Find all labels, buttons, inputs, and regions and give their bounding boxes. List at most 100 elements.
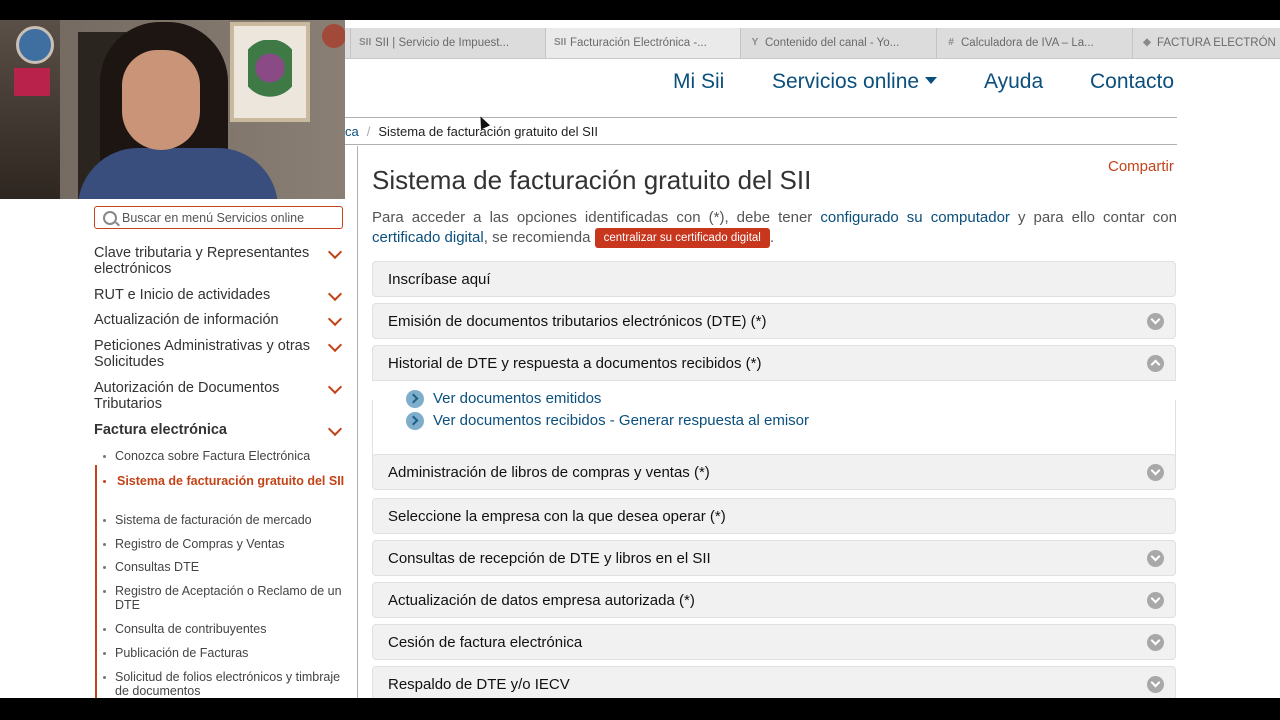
caret-down-icon xyxy=(925,77,938,84)
nav-divider xyxy=(345,117,1177,118)
sidebar-item-peticiones[interactable]: Peticiones Administrativas y otras Solic… xyxy=(94,338,329,370)
accordion-label: Administración de libros de compras y ve… xyxy=(388,464,710,481)
configurado-computador-link[interactable]: configurado su computador xyxy=(820,209,1010,226)
sidebar-item-clave-tributaria[interactable]: Clave tributaria y Representantes electr… xyxy=(94,245,329,277)
wall-sign-image xyxy=(14,68,50,96)
intro-text-part: , se recomienda xyxy=(483,229,595,246)
tab-label: Facturación Electrónica -... xyxy=(570,37,707,49)
tab-contenido-canal[interactable]: Y Contenido del canal - Yo... xyxy=(740,28,935,58)
accordion-label: Seleccione la empresa con la que desea o… xyxy=(388,508,726,525)
accordion-consultas-recepcion[interactable]: Consultas de recepción de DTE y libros e… xyxy=(372,540,1176,576)
sidebar-divider xyxy=(357,146,358,698)
accordion-label: Inscríbase aquí xyxy=(388,271,491,288)
nav-servicios-online[interactable]: Servicios online xyxy=(772,70,938,94)
breadcrumb-divider xyxy=(345,144,1177,145)
accordion-actualizacion-datos[interactable]: Actualización de datos empresa autorizad… xyxy=(372,582,1176,618)
sidebar-item-autorizacion[interactable]: Autorización de Documentos Tributarios xyxy=(94,380,329,412)
chevron-up-circle-icon xyxy=(1147,355,1164,372)
tab-sii-servicio[interactable]: SII SII | Servicio de Impuest... xyxy=(350,28,545,58)
chevron-down-circle-icon xyxy=(1147,676,1164,693)
certificado-digital-link[interactable]: certificado digital xyxy=(372,229,484,246)
accordion-inscribase[interactable]: Inscríbase aquí xyxy=(372,261,1176,297)
chevron-down-circle-icon xyxy=(1147,313,1164,330)
nav-ayuda[interactable]: Ayuda xyxy=(984,70,1043,94)
intro-text-part: y para ello contar con xyxy=(1009,209,1177,226)
accordion-label: Consultas de recepción de DTE y libros e… xyxy=(388,550,711,567)
breadcrumb-prev-link[interactable]: ca xyxy=(345,124,359,139)
accordion-libros-compras[interactable]: Administración de libros de compras y ve… xyxy=(372,454,1176,490)
share-link[interactable]: Compartir xyxy=(1108,158,1174,175)
accordion-emision-dte[interactable]: Emisión de documentos tributarios electr… xyxy=(372,303,1176,339)
nav-servicios-label: Servicios online xyxy=(772,70,920,93)
tab-facturacion-electronica[interactable]: SII Facturación Electrónica -... xyxy=(545,28,740,58)
chevron-down-circle-icon xyxy=(1147,550,1164,567)
sidebar-search xyxy=(94,206,343,229)
tab-label: FACTURA ELECTRÓN xyxy=(1157,37,1276,49)
arrow-right-circle-icon xyxy=(406,390,424,408)
submenu-indicator xyxy=(95,465,97,698)
bullet-icon xyxy=(103,628,106,631)
arrow-right-circle-icon xyxy=(406,412,424,430)
sidebar-item-actualizacion[interactable]: Actualización de información xyxy=(94,312,329,328)
nav-mi-sii[interactable]: Mi Sii xyxy=(673,70,724,94)
chevron-down-circle-icon xyxy=(1147,464,1164,481)
chevron-down-circle-icon xyxy=(1147,634,1164,651)
breadcrumb-current: Sistema de facturación gratuito del SII xyxy=(378,124,599,139)
accordion-historial-dte[interactable]: Historial de DTE y respuesta a documento… xyxy=(372,345,1176,381)
bullet-icon xyxy=(103,519,106,522)
accordion-label: Cesión de factura electrónica xyxy=(388,634,583,651)
browser-window: SII SII | Servicio de Impuest... SII Factu… xyxy=(0,20,1280,698)
tab-calculadora-iva[interactable]: # Calculadora de IVA – La... xyxy=(936,28,1131,58)
tab-label: SII | Servicio de Impuest... xyxy=(375,37,510,49)
sidebar-subitem-consultas-dte[interactable]: Consultas DTE xyxy=(115,560,343,574)
intro-text-part: . xyxy=(769,229,775,246)
sii-favicon-icon: SII xyxy=(359,37,372,48)
chevron-down-icon[interactable] xyxy=(327,421,343,437)
sidebar-subitem-sistema-gratuito[interactable]: Sistema de facturación gratuito del SII xyxy=(117,474,345,488)
link-label: Ver documentos recibidos - Generar respu… xyxy=(433,412,810,429)
sidebar-subitem-publicacion[interactable]: Publicación de Facturas xyxy=(115,646,343,660)
wall-ornament-image xyxy=(322,24,345,48)
wall-clock-image xyxy=(16,26,54,64)
accordion-respaldo-dte[interactable]: Respaldo de DTE y/o IECV xyxy=(372,666,1176,698)
bullet-icon xyxy=(103,543,106,546)
chevron-down-icon[interactable] xyxy=(327,286,343,302)
calculator-favicon-icon: # xyxy=(948,37,954,48)
accordion-label: Emisión de documentos tributarios electr… xyxy=(388,313,767,330)
sidebar-search-input[interactable] xyxy=(122,208,337,227)
presenter-body xyxy=(78,148,278,199)
sidebar-subitem-registro-aceptacion[interactable]: Registro de Aceptación o Reclamo de un D… xyxy=(115,584,343,612)
chevron-down-icon[interactable] xyxy=(327,337,343,353)
bullet-icon xyxy=(103,480,106,483)
chevron-down-icon[interactable] xyxy=(327,379,343,395)
accordion-label: Actualización de datos empresa autorizad… xyxy=(388,592,695,609)
bullet-icon xyxy=(103,676,106,679)
sidebar-subitem-conozca[interactable]: Conozca sobre Factura Electrónica xyxy=(115,449,343,463)
sidebar-subitem-consulta-contribuyentes[interactable]: Consulta de contribuyentes xyxy=(115,622,343,636)
centralizar-certificado-button[interactable]: centralizar su certificado digital xyxy=(594,228,770,248)
bullet-icon xyxy=(103,455,106,458)
youtube-favicon-icon: Y xyxy=(751,37,759,48)
breadcrumb: ca / Sistema de facturación gratuito del S… xyxy=(345,124,598,139)
sidebar-item-rut[interactable]: RUT e Inicio de actividades xyxy=(94,287,329,303)
chevron-down-icon[interactable] xyxy=(327,311,343,327)
shield-favicon-icon: ◆ xyxy=(1143,37,1151,48)
accordion-seleccione-empresa[interactable]: Seleccione la empresa con la que desea o… xyxy=(372,498,1176,534)
sidebar-subitem-sistema-mercado[interactable]: Sistema de facturación de mercado xyxy=(115,513,343,527)
sidebar-item-factura-electronica[interactable]: Factura electrónica xyxy=(94,422,329,438)
sidebar-subitem-registro-compras[interactable]: Registro de Compras y Ventas xyxy=(115,537,343,551)
nav-contacto[interactable]: Contacto xyxy=(1090,70,1174,94)
sii-favicon-icon: SII xyxy=(554,37,567,48)
presenter-face xyxy=(122,50,200,150)
chevron-down-icon[interactable] xyxy=(327,244,343,260)
plant-art-image xyxy=(248,40,292,110)
sidebar-subitem-solicitud-folios[interactable]: Solicitud de folios electrónicos y timbr… xyxy=(115,670,343,698)
bullet-icon xyxy=(103,652,106,655)
tab-label: Calculadora de IVA – La... xyxy=(961,37,1094,49)
accordion-cesion-factura[interactable]: Cesión de factura electrónica xyxy=(372,624,1176,660)
intro-text: Para acceder a las opciones identificada… xyxy=(372,208,1177,248)
tab-factura-electronica[interactable]: ◆ FACTURA ELECTRÓN xyxy=(1132,28,1280,58)
webcam-overlay xyxy=(0,20,345,199)
breadcrumb-separator: / xyxy=(366,124,371,139)
page-title: Sistema de facturación gratuito del SII xyxy=(372,165,812,195)
